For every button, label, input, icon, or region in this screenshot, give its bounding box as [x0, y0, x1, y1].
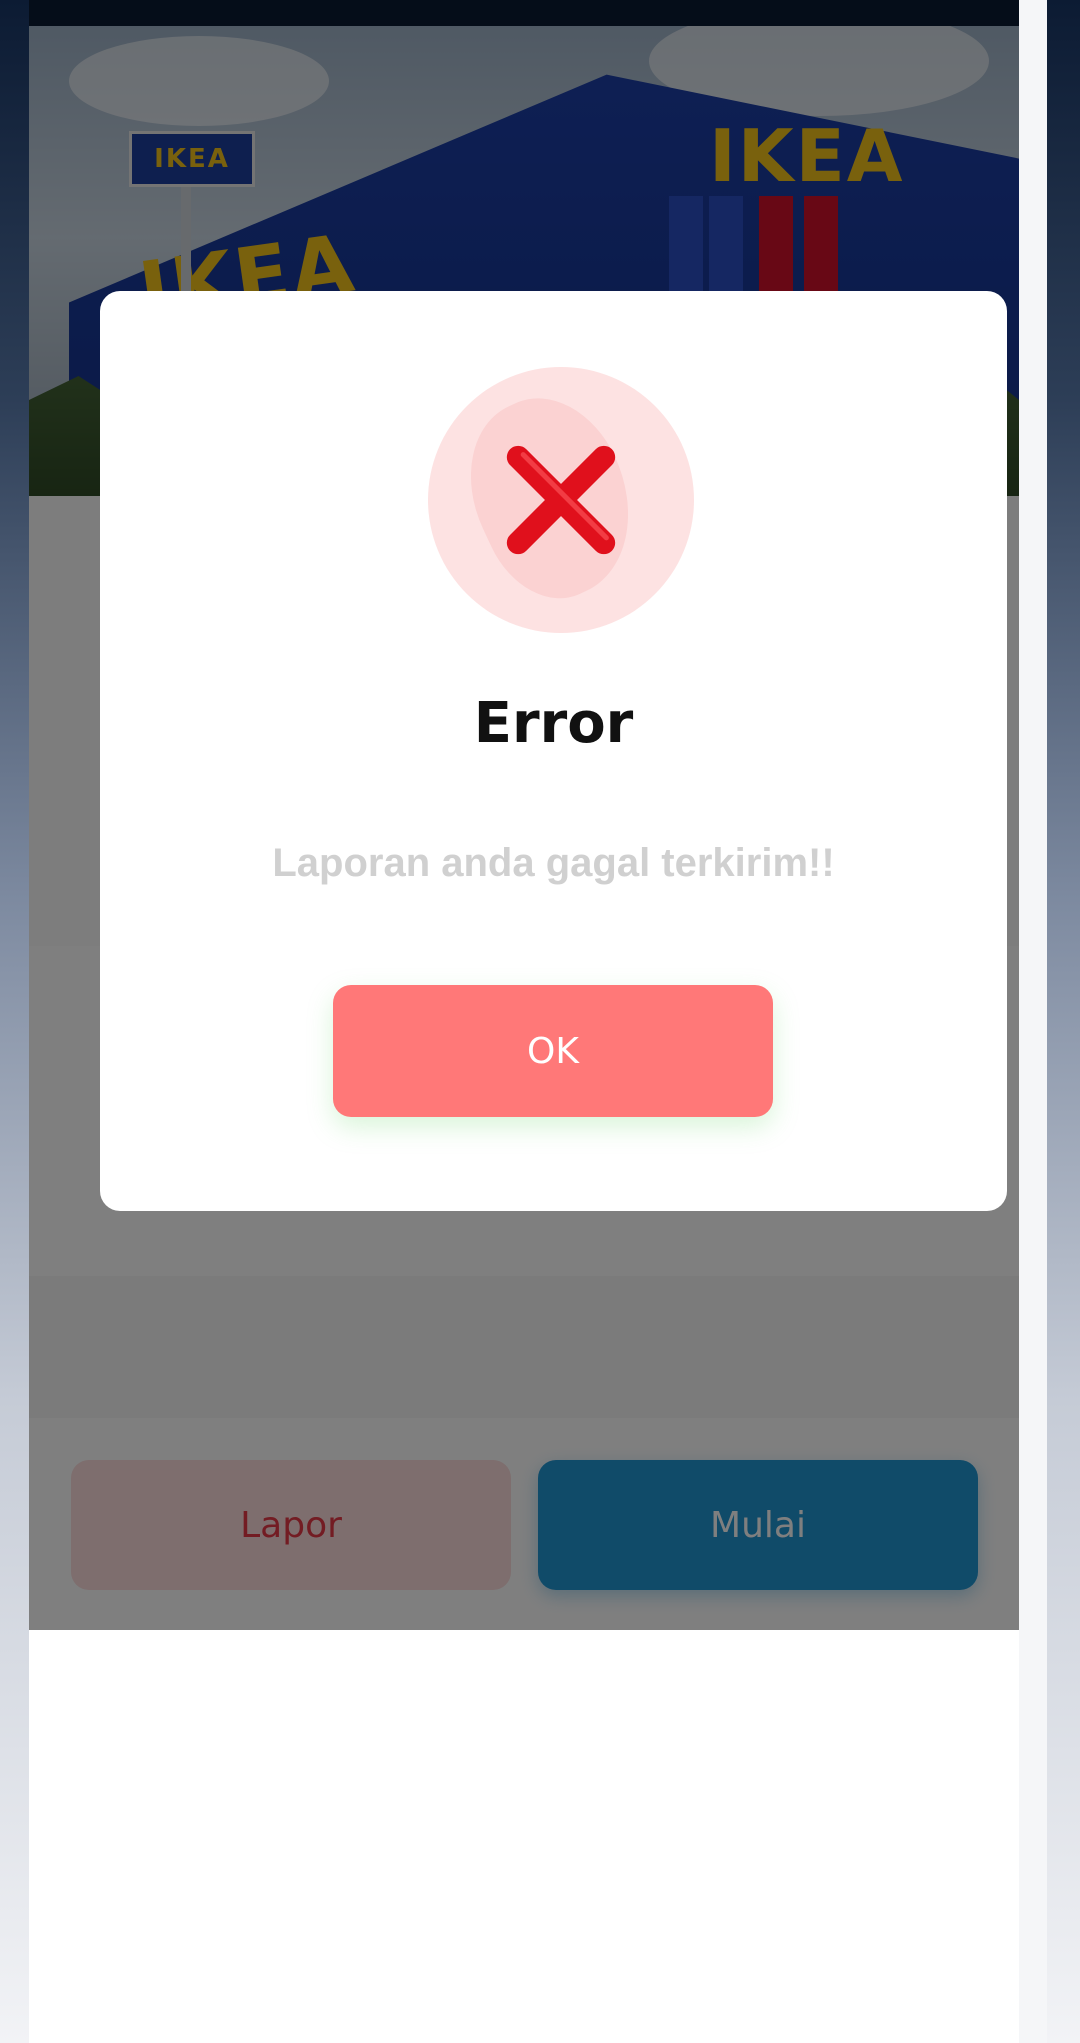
- error-icon-circle: [428, 367, 694, 633]
- app-screen: IKEA IKEA IKEA Lapor Mulai Error Laporan…: [29, 0, 1019, 2043]
- dialog-title: Error: [473, 691, 634, 756]
- dialog-message: Laporan anda gagal terkirim!!: [272, 841, 835, 885]
- error-x-icon: [506, 445, 616, 555]
- error-dialog: Error Laporan anda gagal terkirim!! OK: [100, 291, 1007, 1211]
- window-edge: [1019, 0, 1047, 2043]
- ok-button[interactable]: OK: [333, 985, 773, 1117]
